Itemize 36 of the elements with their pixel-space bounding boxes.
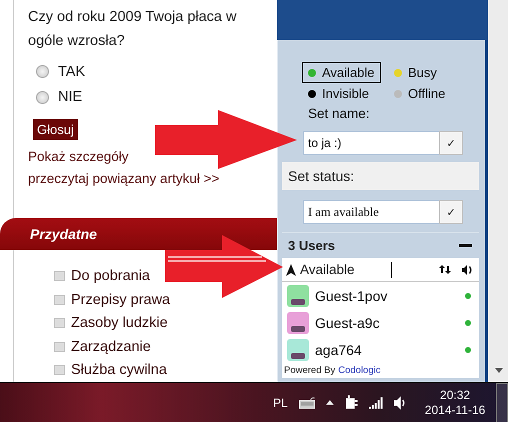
status-option[interactable]: Available xyxy=(302,62,381,83)
menu-link[interactable]: Przepisy prawa xyxy=(71,292,170,308)
set-status-bar: Set status: xyxy=(282,162,479,190)
link[interactable]: Pokaż szczegóły xyxy=(28,146,129,168)
status-option[interactable]: Invisible xyxy=(302,83,375,104)
powered-by-text: Powered By xyxy=(284,365,336,376)
option-label: TAK xyxy=(58,64,86,80)
user-row[interactable]: aga764 xyxy=(282,336,479,363)
section-header: Przydatne xyxy=(0,218,277,250)
menu-link[interactable]: Do pobrania xyxy=(71,268,150,284)
link[interactable]: przeczytaj powiązany artykuł >> xyxy=(28,168,220,190)
user-row[interactable]: Guest-a9c xyxy=(282,309,479,336)
users-count: 3 Users xyxy=(288,238,335,252)
field-label: Set name: xyxy=(308,105,371,123)
user-name: Guest-1pov xyxy=(315,288,388,304)
status-option[interactable]: Offline xyxy=(388,83,452,104)
clock-date: 2014-11-16 xyxy=(424,402,486,418)
status-option[interactable]: Busy xyxy=(388,62,443,83)
menu-link[interactable]: Zarządzanie xyxy=(71,338,151,355)
clock-time: 20:32 xyxy=(440,388,470,402)
confirm-button[interactable]: ✓ xyxy=(439,131,463,155)
option-label: NIE xyxy=(58,89,82,106)
clock[interactable]: 20:32 2014-11-16 xyxy=(424,388,486,418)
filter-label[interactable]: Available xyxy=(300,262,355,277)
credit-link[interactable]: Codologic xyxy=(338,365,380,376)
user-name: aga764 xyxy=(315,342,363,358)
status-field[interactable]: I am available xyxy=(303,200,439,224)
menu-link[interactable]: Zasoby ludzkie xyxy=(71,315,168,332)
user-row[interactable]: Guest-1pov xyxy=(282,282,479,309)
name-field[interactable]: to ja :) xyxy=(303,131,439,155)
confirm-button[interactable]: ✓ xyxy=(439,200,463,224)
menu-link[interactable]: Służba cywilna xyxy=(71,362,167,378)
user-name: Guest-a9c xyxy=(315,314,381,330)
language-indicator[interactable]: PL xyxy=(273,396,288,410)
poll-question: Czy od roku 2009 Twoja płaca w ogóle wzrosła? xyxy=(28,8,238,51)
vote-button[interactable]: Głosuj xyxy=(33,118,78,140)
